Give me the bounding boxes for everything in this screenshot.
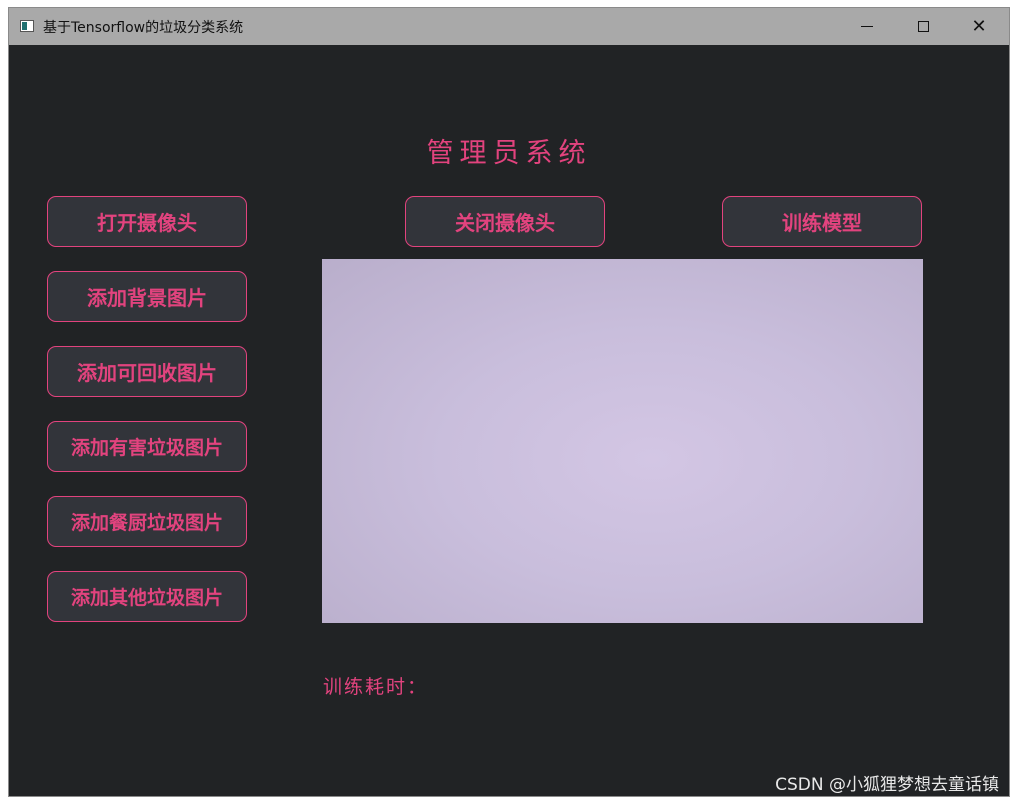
app-icon [20, 20, 34, 32]
add-other-waste-images-button[interactable]: 添加其他垃圾图片 [47, 571, 247, 622]
close-button[interactable]: ✕ [951, 8, 1007, 45]
add-hazardous-waste-images-button[interactable]: 添加有害垃圾图片 [47, 421, 247, 472]
minimize-icon [861, 26, 873, 27]
add-kitchen-waste-images-button[interactable]: 添加餐厨垃圾图片 [47, 496, 247, 547]
minimize-button[interactable] [839, 8, 895, 45]
title-bar[interactable]: 基于Tensorflow的垃圾分类系统 ✕ [9, 8, 1009, 45]
maximize-button[interactable] [895, 8, 951, 45]
page-title: 管理员系统 [426, 138, 592, 169]
training-time-label: 训练耗时： [323, 676, 429, 698]
camera-preview [322, 259, 923, 623]
open-camera-button[interactable]: 打开摄像头 [47, 196, 247, 247]
add-background-images-button[interactable]: 添加背景图片 [47, 271, 247, 322]
add-recyclable-images-button[interactable]: 添加可回收图片 [47, 346, 247, 397]
window-title: 基于Tensorflow的垃圾分类系统 [43, 20, 244, 36]
maximize-icon [917, 21, 929, 32]
train-model-button[interactable]: 训练模型 [722, 196, 922, 247]
close-icon: ✕ [971, 16, 987, 37]
close-camera-button[interactable]: 关闭摄像头 [405, 196, 605, 247]
app-window: 基于Tensorflow的垃圾分类系统 ✕ 管理员系统 打开摄像头 关闭摄像头 … [8, 7, 1010, 797]
watermark: CSDN @小狐狸梦想去童话镇 [775, 775, 999, 795]
